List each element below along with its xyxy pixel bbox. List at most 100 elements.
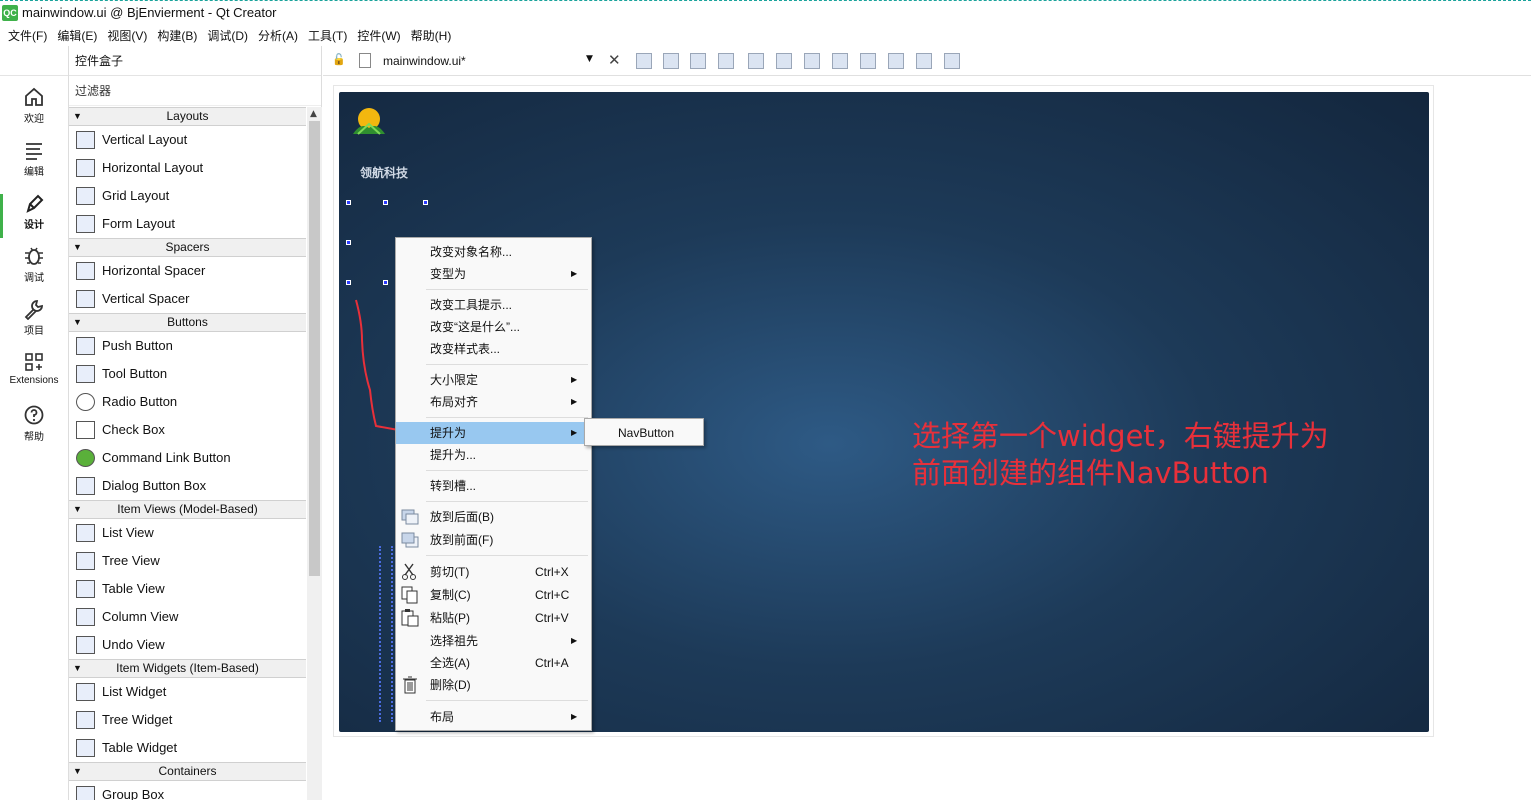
chevron-down-icon[interactable]: ▼ xyxy=(586,54,593,64)
menu-view[interactable]: 视图(V) xyxy=(103,24,151,46)
menu-widgets[interactable]: 控件(W) xyxy=(353,24,404,46)
menu-item-promote-to-dialog[interactable]: 提升为... xyxy=(396,444,591,466)
layout-grid-icon[interactable] xyxy=(888,53,904,69)
menu-item-select-all[interactable]: 全选(A) Ctrl+A xyxy=(396,652,591,674)
layout-form-icon[interactable] xyxy=(860,53,876,69)
layout-vertical-icon[interactable] xyxy=(776,53,792,69)
widget-filter-input[interactable]: 过滤器 xyxy=(69,76,321,106)
edit-buddies-icon[interactable] xyxy=(690,53,706,69)
menu-item-promote-to[interactable]: 提升为 ▶ xyxy=(396,422,591,444)
scrollbar-thumb[interactable] xyxy=(309,121,320,576)
menu-tools[interactable]: 工具(T) xyxy=(304,24,351,46)
category-spacers[interactable]: ▼ Spacers xyxy=(69,238,306,257)
widget-item[interactable]: Tree View xyxy=(69,547,306,575)
menu-item-select-ancestor[interactable]: 选择祖先 ▶ xyxy=(396,630,591,652)
selection-handle[interactable] xyxy=(423,200,428,205)
menu-item-change-tooltip[interactable]: 改变工具提示... xyxy=(396,294,591,316)
open-document-selector[interactable]: mainwindow.ui* xyxy=(383,54,466,68)
menu-separator xyxy=(426,417,588,418)
menu-item-navbutton[interactable]: NavButton xyxy=(585,422,703,444)
menu-item-go-to-slot[interactable]: 转到槽... xyxy=(396,475,591,497)
submenu-arrow-icon: ▶ xyxy=(571,636,578,645)
menu-item-change-stylesheet[interactable]: 改变样式表... xyxy=(396,338,591,360)
widget-item[interactable]: Grid Layout xyxy=(69,182,306,210)
selection-handle[interactable] xyxy=(383,200,388,205)
widget-item[interactable]: Horizontal Spacer xyxy=(69,257,306,285)
mode-edit[interactable]: 编辑 xyxy=(0,139,68,189)
mode-help[interactable]: 帮助 xyxy=(0,404,68,454)
menu-item-send-to-back[interactable]: 放到后面(B) xyxy=(396,506,591,528)
layout-horizontal-icon[interactable] xyxy=(748,53,764,69)
widget-item[interactable]: Check Box xyxy=(69,416,306,444)
layout-v-splitter-icon[interactable] xyxy=(832,53,848,69)
widget-item[interactable]: Command Link Button xyxy=(69,444,306,472)
selection-handle[interactable] xyxy=(346,280,351,285)
list-view-icon xyxy=(76,524,95,542)
menu-item-rename-object[interactable]: 改变对象名称... xyxy=(396,241,591,263)
context-menu: 改变对象名称... 变型为 ▶ 改变工具提示... 改变“这是什么”... 改变样… xyxy=(395,237,592,731)
dialog-button-box-icon xyxy=(76,477,95,495)
selection-handle[interactable] xyxy=(383,280,388,285)
mode-design[interactable]: 设计 xyxy=(0,192,68,242)
menu-separator xyxy=(426,289,588,290)
widget-item[interactable]: Horizontal Layout xyxy=(69,154,306,182)
mode-projects[interactable]: 项目 xyxy=(0,298,68,348)
scroll-up-icon[interactable]: ▲ xyxy=(310,109,317,119)
widget-item[interactable]: Radio Button xyxy=(69,388,306,416)
widget-item[interactable]: Dialog Button Box xyxy=(69,472,306,500)
category-containers[interactable]: ▼ Containers xyxy=(69,762,306,781)
edit-signals-icon[interactable] xyxy=(663,53,679,69)
menu-item-layout[interactable]: 布局 ▶ xyxy=(396,706,591,728)
widget-box-scrollbar[interactable]: ▲ xyxy=(307,107,322,800)
edit-tab-order-icon[interactable] xyxy=(718,53,734,69)
widget-item[interactable]: Push Button xyxy=(69,332,306,360)
menu-item-delete[interactable]: 删除(D) xyxy=(396,674,591,696)
mode-debug[interactable]: 调试 xyxy=(0,245,68,295)
widget-item[interactable]: Form Layout xyxy=(69,210,306,238)
menu-edit[interactable]: 编辑(E) xyxy=(53,24,101,46)
adjust-size-icon[interactable] xyxy=(944,53,960,69)
widget-item[interactable]: Vertical Layout xyxy=(69,126,306,154)
widget-item[interactable]: Tool Button xyxy=(69,360,306,388)
mode-extensions[interactable]: Extensions xyxy=(0,351,68,401)
category-buttons[interactable]: ▼ Buttons xyxy=(69,313,306,332)
widget-item[interactable]: Group Box xyxy=(69,781,306,800)
menu-item-morph-into[interactable]: 变型为 ▶ xyxy=(396,263,591,285)
company-name-label: 领航科技 xyxy=(360,166,409,180)
menu-help[interactable]: 帮助(H) xyxy=(407,24,456,46)
widget-item[interactable]: Vertical Spacer xyxy=(69,285,306,313)
menu-item-bring-to-front[interactable]: 放到前面(F) xyxy=(396,529,591,551)
edit-widgets-icon[interactable] xyxy=(636,53,652,69)
widget-item[interactable]: List Widget xyxy=(69,678,306,706)
category-item-views[interactable]: ▼ Item Views (Model-Based) xyxy=(69,500,306,519)
category-layouts[interactable]: ▼ Layouts xyxy=(69,107,306,126)
category-item-widgets[interactable]: ▼ Item Widgets (Item-Based) xyxy=(69,659,306,678)
widget-item[interactable]: Tree Widget xyxy=(69,706,306,734)
selection-handle[interactable] xyxy=(346,240,351,245)
horizontal-spacer-icon xyxy=(76,262,95,280)
widget-item[interactable]: Undo View xyxy=(69,631,306,659)
menu-item-size-constraints[interactable]: 大小限定 ▶ xyxy=(396,369,591,391)
copy-icon xyxy=(400,586,420,604)
widget-item[interactable]: List View xyxy=(69,519,306,547)
break-layout-icon[interactable] xyxy=(916,53,932,69)
layout-h-splitter-icon[interactable] xyxy=(804,53,820,69)
mode-welcome[interactable]: 欢迎 xyxy=(0,86,68,136)
edit-lines-icon xyxy=(26,143,42,160)
selected-widget-column[interactable] xyxy=(379,546,393,722)
menu-build[interactable]: 构建(B) xyxy=(153,24,201,46)
lock-icon[interactable]: 🔓 xyxy=(332,53,346,67)
menu-item-change-whats-this[interactable]: 改变“这是什么”... xyxy=(396,316,591,338)
menu-analyze[interactable]: 分析(A) xyxy=(254,24,302,46)
widget-item[interactable]: Table Widget xyxy=(69,734,306,762)
menu-item-cut[interactable]: 剪切(T) Ctrl+X xyxy=(396,561,591,583)
menu-file[interactable]: 文件(F) xyxy=(4,24,51,46)
menu-item-layout-alignment[interactable]: 布局对齐 ▶ xyxy=(396,391,591,413)
menu-item-copy[interactable]: 复制(C) Ctrl+C xyxy=(396,584,591,606)
menu-debug[interactable]: 调试(D) xyxy=(203,24,252,46)
widget-item[interactable]: Column View xyxy=(69,603,306,631)
menu-item-paste[interactable]: 粘贴(P) Ctrl+V xyxy=(396,607,591,629)
close-icon[interactable]: ✕ xyxy=(608,51,621,69)
widget-item[interactable]: Table View xyxy=(69,575,306,603)
selection-handle[interactable] xyxy=(346,200,351,205)
